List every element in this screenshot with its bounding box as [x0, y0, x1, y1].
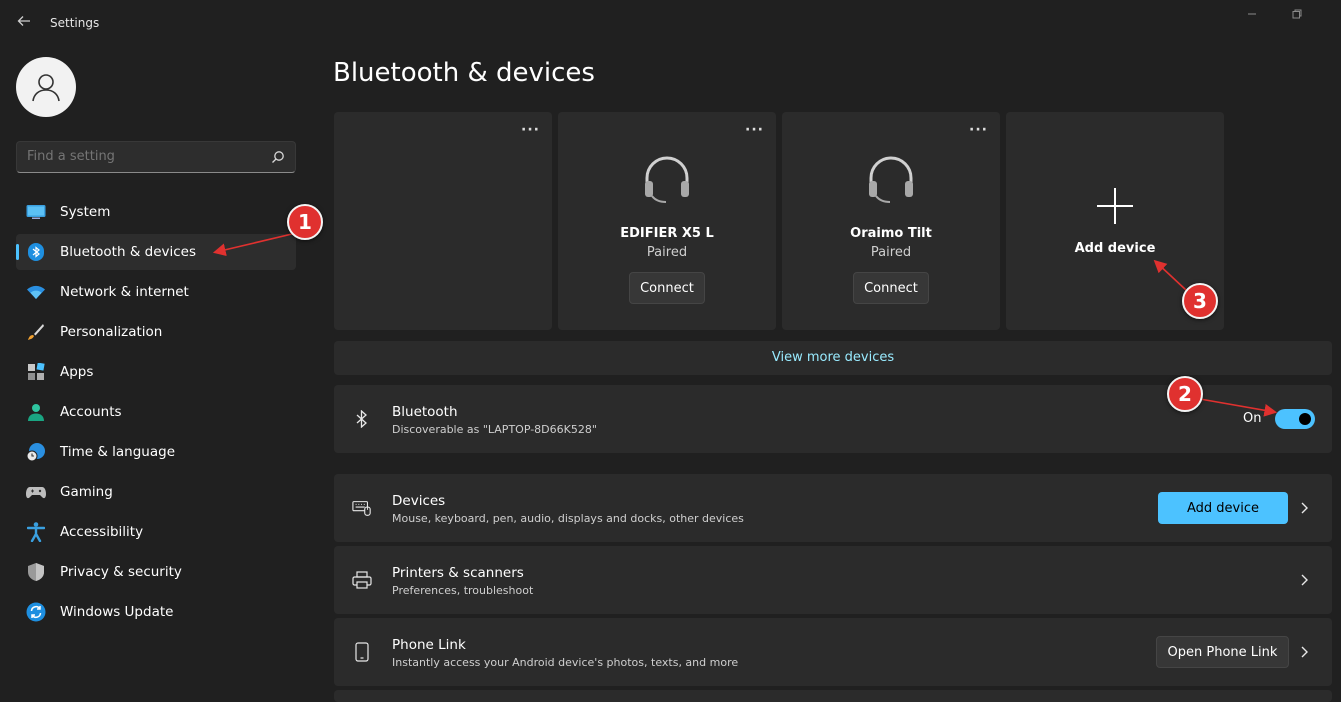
bluetooth-title: Bluetooth — [392, 404, 458, 420]
sidebar-item-network[interactable]: Network & internet — [16, 274, 296, 310]
sidebar-item-label: Accessibility — [60, 524, 144, 540]
device-name: Oraimo Tilt — [850, 226, 932, 241]
device-card[interactable]: ··· Oraimo Tilt Paired Connect — [782, 112, 1000, 330]
person-icon — [32, 74, 60, 102]
sidebar-item-system[interactable]: System — [16, 194, 296, 230]
connect-button[interactable]: Connect — [629, 272, 705, 304]
sidebar-item-label: Windows Update — [60, 604, 174, 620]
printers-scanners-row[interactable]: Printers & scanners Preferences, trouble… — [334, 546, 1332, 614]
sidebar-nav: System Bluetooth & devices Network & int… — [16, 194, 296, 634]
sidebar-item-label: Apps — [60, 364, 94, 380]
update-icon — [26, 602, 46, 622]
phone-link-subtitle: Instantly access your Android device's p… — [392, 656, 739, 669]
headset-icon — [869, 156, 913, 203]
view-more-devices-link[interactable]: View more devices — [334, 341, 1332, 375]
gamepad-icon — [26, 482, 46, 502]
title-bar: Settings — [0, 0, 1341, 48]
annotation-badge-1: 1 — [287, 204, 323, 240]
plus-icon — [1097, 188, 1133, 224]
back-arrow-icon[interactable] — [14, 12, 34, 34]
search-input[interactable] — [27, 149, 267, 164]
keyboard-mouse-icon — [352, 498, 372, 518]
sidebar-item-label: Privacy & security — [60, 564, 182, 580]
page-title: Bluetooth & devices — [333, 58, 595, 88]
search-box[interactable] — [16, 141, 296, 173]
sidebar-item-gaming[interactable]: Gaming — [16, 474, 296, 510]
bluetooth-icon — [26, 242, 46, 262]
more-options-icon[interactable]: ··· — [745, 122, 764, 138]
accessibility-icon — [26, 522, 46, 542]
device-name: EDIFIER X5 L — [620, 226, 714, 241]
person-icon — [26, 402, 46, 422]
apps-icon — [26, 362, 46, 382]
shield-icon — [26, 562, 46, 582]
sidebar-item-label: Time & language — [60, 444, 176, 460]
device-card[interactable]: ··· EDIFIER X5 L Paired Connect — [558, 112, 776, 330]
sidebar-item-label: Personalization — [60, 324, 163, 340]
sidebar-item-accessibility[interactable]: Accessibility — [16, 514, 296, 550]
sidebar-item-label: Accounts — [60, 404, 122, 420]
headset-icon — [645, 156, 689, 203]
devices-title: Devices — [392, 493, 446, 509]
more-options-icon[interactable]: ··· — [969, 122, 988, 138]
bluetooth-toggle[interactable] — [1275, 409, 1315, 429]
monitor-icon — [26, 202, 46, 222]
globe-clock-icon — [26, 442, 46, 462]
sidebar-item-windows-update[interactable]: Windows Update — [16, 594, 296, 630]
brush-icon — [26, 322, 46, 342]
chevron-right-icon[interactable] — [1300, 642, 1310, 662]
device-status: Paired — [646, 245, 688, 260]
phone-icon — [352, 642, 372, 662]
sidebar-item-time-language[interactable]: Time & language — [16, 434, 296, 470]
printers-subtitle: Preferences, troubleshoot — [392, 584, 534, 597]
toggle-knob — [1299, 413, 1311, 425]
bluetooth-subtitle: Discoverable as "LAPTOP-8D66K528" — [392, 423, 597, 436]
sidebar-item-privacy[interactable]: Privacy & security — [16, 554, 296, 590]
add-device-button[interactable]: Add device — [1158, 492, 1288, 524]
device-status: Paired — [870, 245, 912, 260]
printers-title: Printers & scanners — [392, 565, 524, 581]
phone-link-row[interactable]: Phone Link Instantly access your Android… — [334, 618, 1332, 686]
connect-button[interactable]: Connect — [853, 272, 929, 304]
minimize-icon[interactable] — [1242, 6, 1262, 26]
chevron-right-icon[interactable] — [1300, 570, 1310, 590]
add-device-label: Add device — [1074, 241, 1156, 256]
wifi-icon — [26, 282, 46, 302]
device-card-empty[interactable]: ··· — [334, 112, 552, 330]
sidebar-item-label: Gaming — [60, 484, 113, 500]
search-icon[interactable] — [271, 150, 285, 164]
phone-link-title: Phone Link — [392, 637, 466, 653]
avatar[interactable] — [16, 57, 76, 117]
annotation-badge-2: 2 — [1167, 376, 1203, 412]
restore-icon[interactable] — [1287, 6, 1307, 26]
app-title: Settings — [50, 16, 100, 30]
chevron-right-icon[interactable] — [1300, 498, 1310, 518]
sidebar-item-personalization[interactable]: Personalization — [16, 314, 296, 350]
sidebar-item-apps[interactable]: Apps — [16, 354, 296, 390]
sidebar-item-accounts[interactable]: Accounts — [16, 394, 296, 430]
bluetooth-icon — [352, 409, 372, 429]
sidebar-item-label: Network & internet — [60, 284, 189, 300]
printer-icon — [352, 570, 372, 590]
sidebar-item-label: System — [60, 204, 111, 220]
more-options-icon[interactable]: ··· — [521, 122, 540, 138]
annotation-badge-3: 3 — [1182, 283, 1218, 319]
next-row-partial[interactable] — [334, 690, 1332, 702]
devices-subtitle: Mouse, keyboard, pen, audio, displays an… — [392, 512, 744, 525]
open-phone-link-button[interactable]: Open Phone Link — [1156, 636, 1289, 668]
sidebar-item-bluetooth-devices[interactable]: Bluetooth & devices — [16, 234, 296, 270]
toggle-state-label: On — [1243, 411, 1262, 426]
devices-row[interactable]: Devices Mouse, keyboard, pen, audio, dis… — [334, 474, 1332, 542]
sidebar-item-label: Bluetooth & devices — [60, 244, 197, 260]
